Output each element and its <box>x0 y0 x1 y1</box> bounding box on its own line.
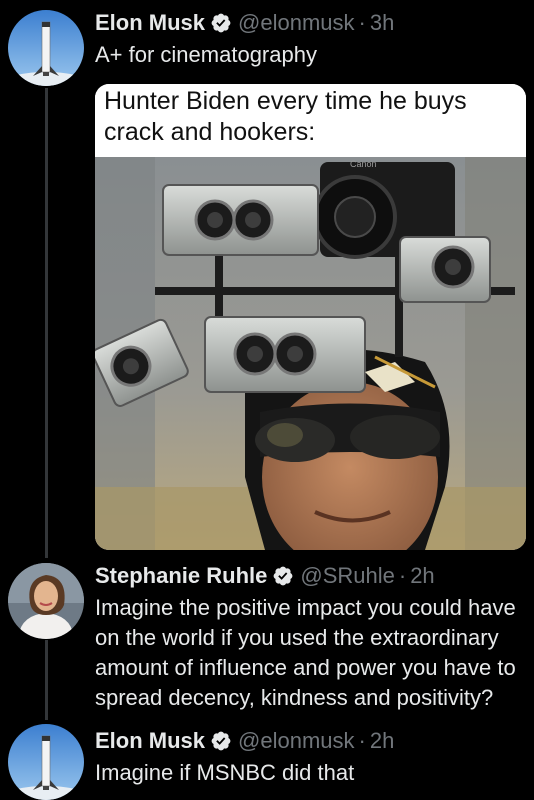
timestamp[interactable]: 2h <box>370 728 394 754</box>
author-name[interactable]: Elon Musk <box>95 10 205 36</box>
meme-photo: Canon <box>95 157 526 550</box>
verified-badge-icon <box>211 731 231 751</box>
timestamp[interactable]: 3h <box>370 10 394 36</box>
avatar-elon-musk[interactable] <box>8 724 84 800</box>
author-handle[interactable]: @elonmusk <box>238 728 355 754</box>
avatar-elon-musk[interactable] <box>8 10 84 86</box>
separator-dot: · <box>358 10 366 35</box>
verified-badge-icon <box>273 566 293 586</box>
author-handle[interactable]: @elonmusk <box>238 10 355 36</box>
author-name[interactable]: Stephanie Ruhle <box>95 563 267 589</box>
author-name[interactable]: Elon Musk <box>95 728 205 754</box>
verified-badge-icon <box>211 13 231 33</box>
tweet-header: Elon Musk @elonmusk · 3h <box>95 8 524 38</box>
author-handle[interactable]: @SRuhle <box>300 563 395 589</box>
person-avatar-icon <box>8 563 84 639</box>
tweet-2[interactable]: Stephanie Ruhle @SRuhle · 2h Imagine the… <box>0 555 534 710</box>
tweet-header: Elon Musk @elonmusk · 2h <box>95 726 524 756</box>
separator-dot: · <box>358 728 366 753</box>
tweet-text: Imagine if MSNBC did that <box>95 760 355 785</box>
rocket-avatar-icon <box>8 10 84 86</box>
meme-caption: Hunter Biden every time he buys crack an… <box>95 84 526 157</box>
tweet-media[interactable]: Hunter Biden every time he buys crack an… <box>95 84 526 550</box>
tweet-text: A+ for cinematography <box>95 42 317 67</box>
tweet-3[interactable]: Elon Musk @elonmusk · 2h Imagine if MSNB… <box>0 718 534 800</box>
separator-dot: · <box>398 563 407 588</box>
avatar-stephanie-ruhle[interactable] <box>8 563 84 639</box>
timestamp[interactable]: 2h <box>410 563 434 589</box>
tweet-header: Stephanie Ruhle @SRuhle · 2h <box>95 561 524 591</box>
rocket-avatar-icon <box>8 724 84 800</box>
tweet-text: Imagine the positive impact you could ha… <box>95 595 516 710</box>
tweet-1[interactable]: Elon Musk @elonmusk · 3h A+ for cinemato… <box>0 0 534 555</box>
camera-brand-label: Canon <box>350 159 377 169</box>
